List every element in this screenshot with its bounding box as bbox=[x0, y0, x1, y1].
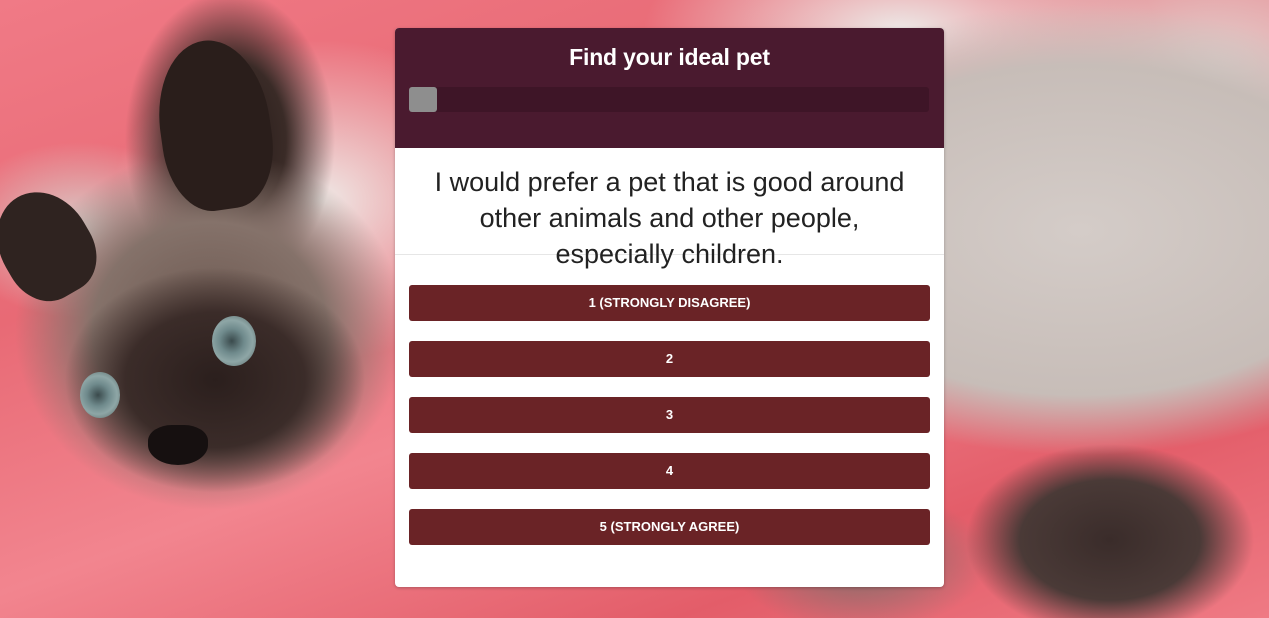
answer-list: 1 (STRONGLY DISAGREE) 2 3 4 5 (STRONGLY … bbox=[395, 255, 944, 545]
kitten-right-ear bbox=[0, 174, 112, 316]
kitten-left-ear bbox=[148, 33, 282, 217]
quiz-title: Find your ideal pet bbox=[569, 44, 770, 70]
progress-bar bbox=[409, 87, 929, 112]
kitten-eye-left bbox=[80, 372, 120, 418]
kitten-nose bbox=[148, 425, 208, 465]
quiz-card: Find your ideal pet I would prefer a pet… bbox=[395, 28, 944, 587]
progress-bar-fill bbox=[409, 87, 437, 112]
question-text: I would prefer a pet that is good around… bbox=[395, 148, 944, 269]
quiz-header: Find your ideal pet bbox=[395, 28, 944, 148]
answer-button-2[interactable]: 2 bbox=[409, 341, 930, 377]
answer-button-4[interactable]: 4 bbox=[409, 453, 930, 489]
kitten-eye-right bbox=[212, 316, 256, 366]
answer-button-5[interactable]: 5 (STRONGLY AGREE) bbox=[409, 509, 930, 545]
answer-button-3[interactable]: 3 bbox=[409, 397, 930, 433]
answer-button-1[interactable]: 1 (STRONGLY DISAGREE) bbox=[409, 285, 930, 321]
